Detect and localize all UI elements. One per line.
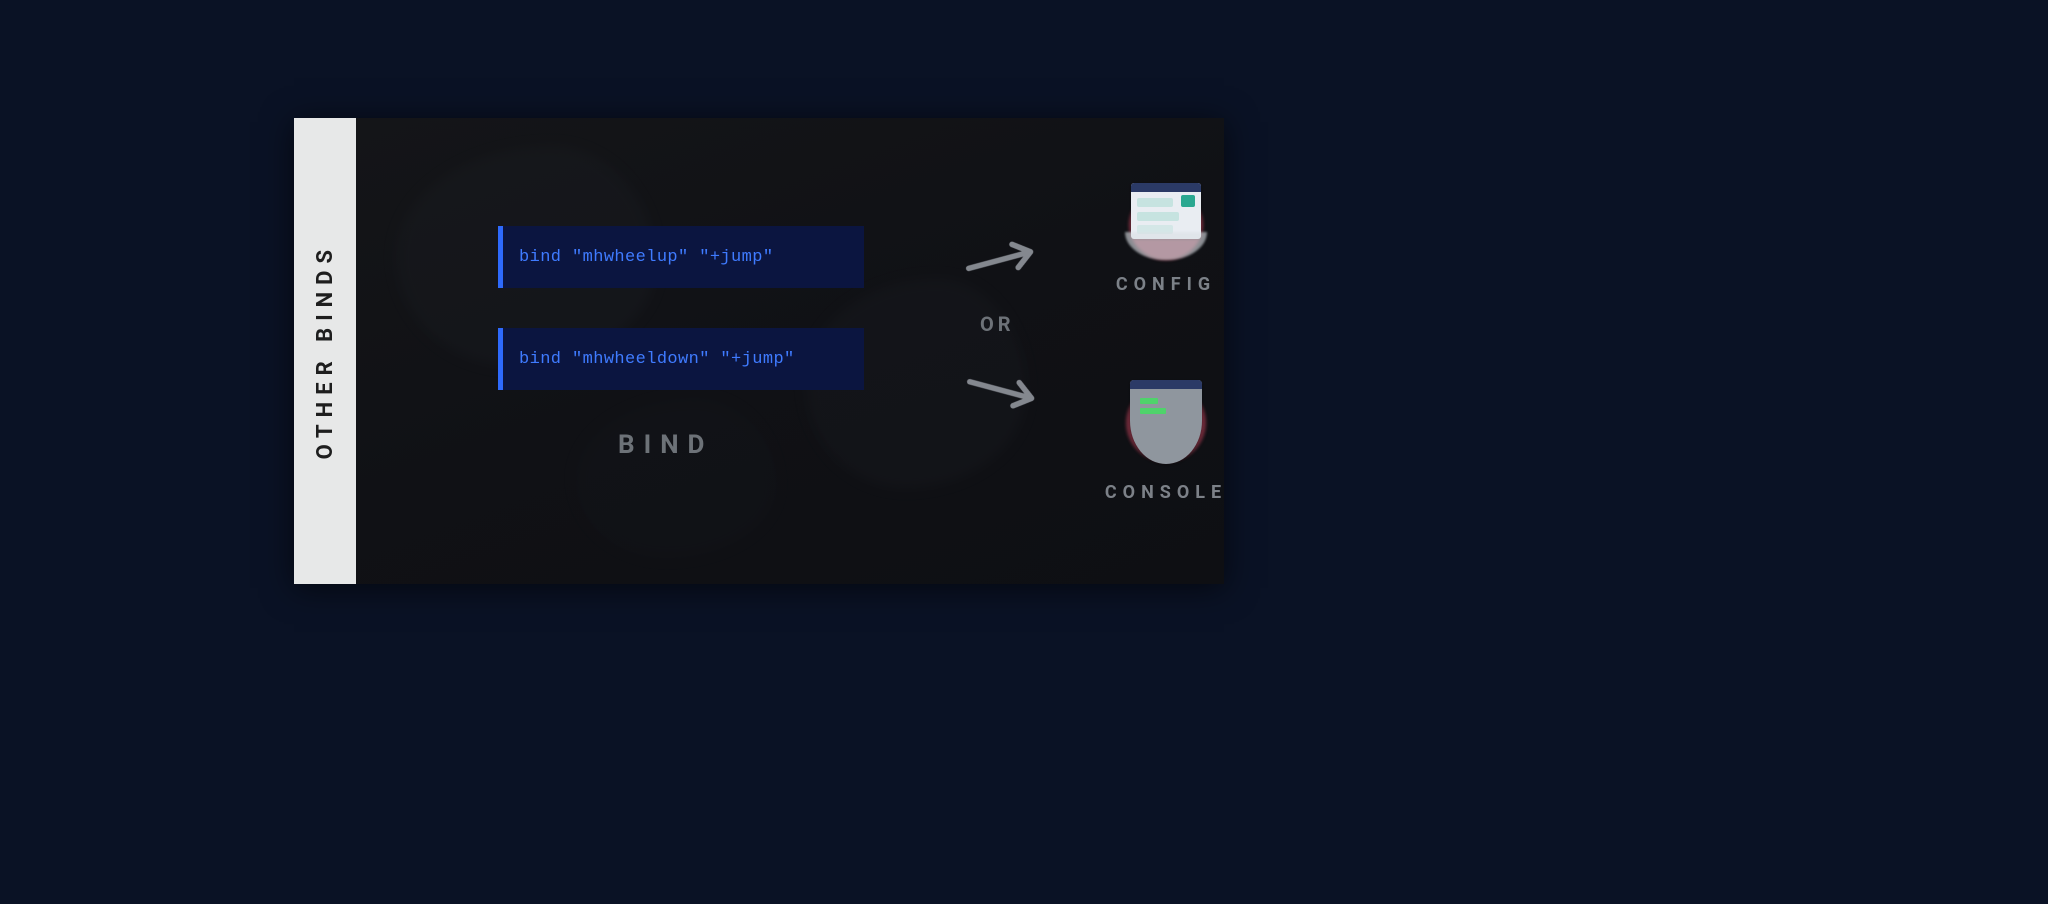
dest-config-label: CONFIG bbox=[1116, 274, 1216, 295]
bind-code-1-text: bind "mhwheelup" "+jump" bbox=[519, 248, 773, 267]
config-file-icon bbox=[1125, 180, 1207, 260]
arrow-icon bbox=[959, 228, 1048, 293]
dest-console: CONSOLE bbox=[1106, 376, 1226, 503]
or-label: OR bbox=[980, 312, 1015, 336]
bind-code-1: bind "mhwheelup" "+jump" bbox=[498, 226, 864, 288]
bind-code-2: bind "mhwheeldown" "+jump" bbox=[498, 328, 864, 390]
decor-blob bbox=[576, 398, 776, 558]
dest-config: CONFIG bbox=[1106, 180, 1226, 295]
dest-console-label: CONSOLE bbox=[1105, 482, 1227, 503]
bind-section-label: BIND bbox=[618, 430, 713, 460]
binds-card: OTHER BINDS bind "mhwheelup" "+jump" bin… bbox=[294, 118, 1224, 584]
main-panel: bind "mhwheelup" "+jump" bind "mhwheeldo… bbox=[356, 118, 1224, 584]
sidebar: OTHER BINDS bbox=[294, 118, 356, 584]
sidebar-title: OTHER BINDS bbox=[313, 243, 338, 459]
console-icon bbox=[1125, 376, 1207, 468]
bind-code-2-text: bind "mhwheeldown" "+jump" bbox=[519, 350, 795, 369]
